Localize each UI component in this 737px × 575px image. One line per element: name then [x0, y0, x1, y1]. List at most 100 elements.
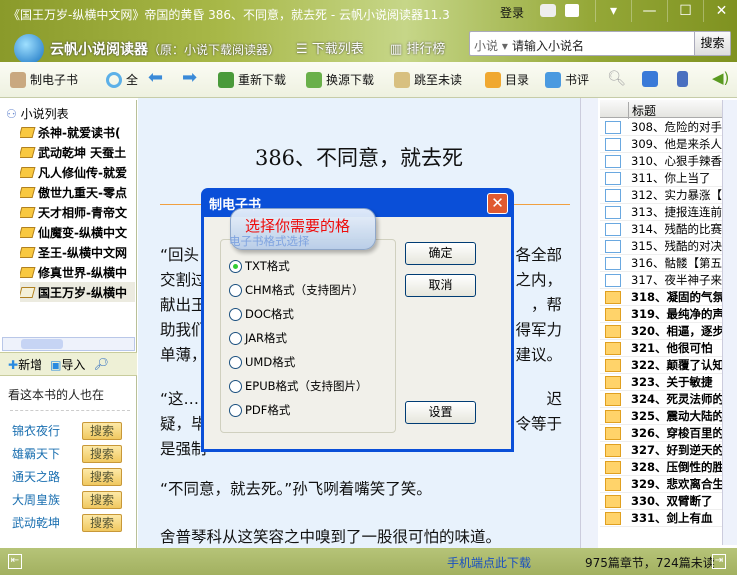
envelope-icon: [605, 307, 621, 321]
chapter-row[interactable]: 313、捷报连连前: [600, 204, 722, 221]
book-item[interactable]: 仙魔变-纵横中文: [20, 222, 135, 242]
message-icon[interactable]: [540, 4, 556, 17]
format-radio[interactable]: EPUB格式（支持图片）: [229, 378, 368, 394]
chapter-row[interactable]: 326、穿梭百里的: [600, 425, 722, 442]
maximize-button[interactable]: ☐: [667, 0, 703, 22]
related-search-button[interactable]: 搜索: [82, 422, 122, 440]
radio-circle[interactable]: [229, 259, 242, 273]
book-item-selected[interactable]: 国王万岁-纵横中: [20, 282, 135, 302]
radio-circle[interactable]: [229, 403, 242, 417]
tree-root[interactable]: ⚇ 小说列表: [6, 105, 69, 122]
chapter-row[interactable]: 317、夜半神子来: [600, 272, 722, 289]
chapter-row[interactable]: 308、危险的对手: [600, 119, 722, 136]
chapter-row[interactable]: 331、剑上有血: [600, 510, 722, 527]
related-search-button[interactable]: 搜索: [82, 491, 122, 509]
minimize-button[interactable]: —: [631, 0, 667, 22]
related-book[interactable]: 通天之路: [12, 468, 60, 485]
prev-button[interactable]: ⬅: [148, 67, 163, 88]
format-radio[interactable]: UMD格式: [229, 354, 295, 370]
settings-button[interactable]: 设置: [405, 401, 476, 424]
book-item[interactable]: 武动乾坤 天蚕土: [20, 142, 135, 162]
chapter-row[interactable]: 328、压倒性的胜: [600, 459, 722, 476]
ok-button[interactable]: 确定: [405, 242, 476, 265]
search-icon[interactable]: 🔍︎: [607, 69, 626, 87]
chapter-row[interactable]: 309、他是来杀人: [600, 136, 722, 153]
dialog-close-button[interactable]: ✕: [487, 193, 508, 214]
mobile-download-link[interactable]: 手机端点此下载: [447, 554, 531, 571]
format-radio[interactable]: TXT格式: [229, 258, 290, 274]
format-radio[interactable]: DOC格式: [229, 306, 294, 322]
cancel-button[interactable]: 取消: [405, 274, 476, 297]
collapse-left-icon[interactable]: ⇤: [8, 554, 22, 569]
format-label: TXT格式: [245, 259, 290, 273]
chapter-row[interactable]: 314、残酷的比赛: [600, 221, 722, 238]
chapter-row[interactable]: 322、颠覆了认知: [600, 357, 722, 374]
book-item[interactable]: 杀神-就爱读书(: [20, 122, 135, 142]
paragraph-line: 建议。: [515, 346, 562, 364]
book-item[interactable]: 圣王-纵横中文网: [20, 242, 135, 262]
all-button[interactable]: 全: [106, 71, 138, 88]
make-ebook-button[interactable]: 制电子书: [10, 71, 78, 88]
chapter-row[interactable]: 329、悲欢离合生: [600, 476, 722, 493]
chapter-row[interactable]: 318、凝固的气氛: [600, 289, 722, 306]
skin-icon[interactable]: [565, 4, 579, 17]
related-book[interactable]: 雄霸天下: [12, 445, 60, 462]
related-search-button[interactable]: 搜索: [82, 445, 122, 463]
import-button[interactable]: ▣导入: [50, 356, 85, 373]
edit-icon[interactable]: [642, 71, 658, 87]
format-radio[interactable]: PDF格式: [229, 402, 290, 418]
format-radio[interactable]: JAR格式: [229, 330, 287, 346]
radio-circle[interactable]: [229, 283, 242, 297]
book-item[interactable]: 傲世九重天-零点: [20, 182, 135, 202]
chapter-row[interactable]: 311、你上当了: [600, 170, 722, 187]
login-link[interactable]: 登录: [500, 4, 524, 21]
change-source-button[interactable]: 换源下载: [306, 71, 374, 88]
chapter-row[interactable]: 319、最纯净的声: [600, 306, 722, 323]
book-item[interactable]: 修真世界-纵横中: [20, 262, 135, 282]
search-scope-select[interactable]: 小说 ▾: [474, 37, 508, 54]
speaker-icon[interactable]: ◀): [712, 69, 729, 87]
related-book[interactable]: 大周皇族: [12, 491, 60, 508]
search-button[interactable]: 搜索: [694, 32, 730, 55]
chapter-row[interactable]: 316、骷髅【第五: [600, 255, 722, 272]
chapter-row[interactable]: 325、震动大陆的: [600, 408, 722, 425]
chapter-list-scrollbar[interactable]: [722, 100, 737, 545]
collapse-right-icon[interactable]: ⇥: [712, 554, 726, 569]
toc-button[interactable]: 目录: [485, 71, 529, 88]
column-header[interactable]: 标题: [600, 100, 722, 119]
close-button[interactable]: ✕: [703, 0, 737, 22]
redownload-button[interactable]: 重新下载: [218, 71, 286, 88]
related-search-button[interactable]: 搜索: [82, 468, 122, 486]
reader-scrollbar[interactable]: [580, 98, 598, 548]
add-button[interactable]: ✚新增: [8, 356, 42, 373]
chapter-row[interactable]: 310、心狠手辣香: [600, 153, 722, 170]
chapter-row[interactable]: 324、死灵法师的: [600, 391, 722, 408]
book-item[interactable]: 凡人修仙传-就爱: [20, 162, 135, 182]
chapter-row[interactable]: 315、残酷的对决: [600, 238, 722, 255]
review-button[interactable]: 书评: [545, 71, 589, 88]
menu-button[interactable]: ▾: [595, 0, 631, 22]
horizontal-scrollbar[interactable]: [2, 337, 135, 351]
radio-circle[interactable]: [229, 307, 242, 321]
related-search-button[interactable]: 搜索: [82, 514, 122, 532]
bookmark-icon[interactable]: [677, 71, 688, 87]
download-list-button[interactable]: ☰ 下载列表: [296, 38, 364, 57]
chapter-row[interactable]: 321、他很可怕: [600, 340, 722, 357]
related-book[interactable]: 锦衣夜行: [12, 422, 60, 439]
format-radio[interactable]: CHM格式（支持图片）: [229, 282, 364, 298]
jump-unread-button[interactable]: 跳至未读: [394, 71, 462, 88]
radio-circle[interactable]: [229, 331, 242, 345]
ranking-button[interactable]: ▥ 排行榜: [390, 38, 445, 57]
chapter-row[interactable]: 320、相逼，逐步: [600, 323, 722, 340]
radio-circle[interactable]: [229, 379, 242, 393]
next-button[interactable]: ➡: [182, 67, 197, 88]
chapter-row[interactable]: 330、双臂断了: [600, 493, 722, 510]
radio-circle[interactable]: [229, 355, 242, 369]
book-item[interactable]: 天才相师-青帝文: [20, 202, 135, 222]
search-input[interactable]: 请输入小说名: [512, 37, 584, 54]
chapter-row[interactable]: 327、好到逆天的: [600, 442, 722, 459]
chapter-row[interactable]: 323、关于敏捷: [600, 374, 722, 391]
chapter-row[interactable]: 312、实力暴涨【: [600, 187, 722, 204]
related-book[interactable]: 武动乾坤: [12, 514, 60, 531]
find-icon[interactable]: 🔎︎: [93, 357, 108, 371]
